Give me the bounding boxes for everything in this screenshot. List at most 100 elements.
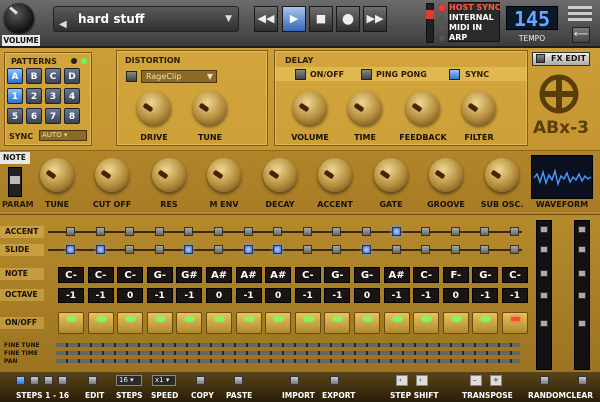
step-onoff-pad[interactable] (265, 312, 292, 334)
step-onoff-pad[interactable] (58, 312, 84, 334)
sync-midi-in[interactable]: MIDI IN (436, 23, 502, 33)
octave-cell[interactable]: -1 (413, 288, 440, 303)
octave-cell[interactable]: -1 (58, 288, 84, 303)
octave-cell[interactable]: 0 (265, 288, 292, 303)
slide-step[interactable] (421, 245, 431, 254)
note-cell[interactable]: G- (146, 267, 173, 283)
side-square[interactable] (540, 292, 548, 299)
side-square[interactable] (578, 226, 586, 233)
octave-cell[interactable]: 0 (206, 288, 232, 303)
step-onoff-pad[interactable] (442, 312, 469, 334)
pan-strip[interactable] (56, 359, 520, 363)
slide-step[interactable] (391, 245, 401, 254)
random-button[interactable] (540, 376, 549, 385)
note-cell[interactable]: A# (383, 267, 410, 283)
pattern-b-button[interactable]: B (26, 68, 42, 84)
step-onoff-pad[interactable] (176, 312, 203, 334)
note-cell[interactable]: G# (176, 267, 203, 283)
delay-volume-knob[interactable] (293, 91, 327, 125)
side-square[interactable] (578, 292, 586, 299)
octave-cell[interactable]: 0 (442, 288, 469, 303)
step-onoff-pad[interactable] (324, 312, 351, 334)
step-onoff-pad[interactable] (146, 312, 173, 334)
suboscs-knob[interactable] (485, 158, 519, 192)
fine-tune-strip[interactable] (56, 343, 520, 347)
accent-step[interactable] (332, 227, 342, 236)
side-square[interactable] (540, 320, 548, 327)
octave-cell[interactable]: -1 (235, 288, 262, 303)
param-switch-handle[interactable] (10, 176, 20, 184)
rewind-button[interactable]: ◀◀ (254, 6, 278, 32)
gate-knob[interactable] (374, 158, 408, 192)
accent-step[interactable] (154, 227, 164, 236)
slide-step[interactable] (66, 245, 75, 254)
step-onoff-pad[interactable] (383, 312, 410, 334)
pattern-7-button[interactable]: 7 (45, 108, 61, 124)
paste-button[interactable] (234, 376, 243, 385)
play-button[interactable]: ▶ (282, 6, 306, 32)
import-button[interactable] (290, 376, 299, 385)
accent-step[interactable] (125, 227, 135, 236)
note-cell[interactable]: C- (87, 267, 114, 283)
pattern-2-button[interactable]: 2 (26, 88, 42, 104)
step-range-4-button[interactable] (58, 376, 67, 385)
note-cell[interactable]: C- (58, 267, 84, 283)
edit-button[interactable] (88, 376, 97, 385)
delay-onoff-checkbox[interactable] (295, 69, 306, 80)
note-cell[interactable]: C- (413, 267, 440, 283)
octave-cell[interactable]: -1 (146, 288, 173, 303)
slide-step[interactable] (184, 245, 194, 254)
step-onoff-pad[interactable] (294, 312, 321, 334)
forward-button[interactable]: ▶▶ (363, 6, 387, 32)
pattern-c-button[interactable]: C (45, 68, 61, 84)
sync-arp[interactable]: ARP (436, 33, 502, 43)
step-onoff-pad[interactable] (472, 312, 499, 334)
note-cell[interactable]: G- (472, 267, 499, 283)
accent-knob[interactable] (318, 158, 352, 192)
delay-feedback-knob[interactable] (406, 91, 440, 125)
slide-step[interactable] (214, 245, 223, 254)
accent-step[interactable] (214, 227, 223, 236)
octave-cell[interactable]: -1 (472, 288, 499, 303)
slide-step[interactable] (273, 245, 283, 254)
accent-step[interactable] (480, 227, 490, 236)
tune-knob[interactable] (40, 158, 74, 192)
pattern-8-button[interactable]: 8 (64, 108, 80, 124)
step-range-2-button[interactable] (30, 376, 39, 385)
accent-step[interactable] (362, 227, 371, 236)
slide-step[interactable] (510, 245, 519, 254)
cutoff-knob[interactable] (95, 158, 129, 192)
patterns-sync-select[interactable]: AUTO ▾ (39, 130, 87, 141)
note-cell[interactable]: A# (265, 267, 292, 283)
menv-knob[interactable] (207, 158, 241, 192)
accent-step[interactable] (391, 227, 401, 236)
step-onoff-pad[interactable] (87, 312, 114, 334)
step-onoff-pad[interactable] (354, 312, 380, 334)
accent-step[interactable] (302, 227, 312, 236)
accent-step[interactable] (95, 227, 105, 236)
delay-sync-checkbox[interactable] (449, 69, 460, 80)
octave-cell[interactable]: -1 (502, 288, 528, 303)
fx-edit-button[interactable]: FX EDIT (532, 52, 590, 66)
record-button[interactable]: ● (336, 6, 360, 32)
step-onoff-pad[interactable] (235, 312, 262, 334)
octave-cell[interactable]: -1 (176, 288, 203, 303)
delay-filter-knob[interactable] (462, 91, 496, 125)
tempo-display[interactable]: 145 (506, 6, 558, 31)
fine-time-strip[interactable] (56, 351, 520, 355)
pattern-d-button[interactable]: D (64, 68, 80, 84)
accent-step[interactable] (243, 227, 253, 236)
groove-knob[interactable] (429, 158, 463, 192)
note-cell[interactable]: F- (442, 267, 469, 283)
transpose-down-button[interactable]: – (470, 375, 482, 386)
menu-icon[interactable] (568, 6, 592, 22)
side-square[interactable] (540, 246, 548, 253)
pattern-5-button[interactable]: 5 (7, 108, 23, 124)
delay-pingpong-checkbox[interactable] (361, 69, 372, 80)
sync-host[interactable]: HOST SYNC (436, 3, 502, 13)
note-cell[interactable]: C- (117, 267, 144, 283)
octave-cell[interactable]: -1 (87, 288, 114, 303)
step-onoff-pad[interactable] (206, 312, 232, 334)
side-square[interactable] (540, 226, 548, 233)
note-cell[interactable]: A# (235, 267, 262, 283)
